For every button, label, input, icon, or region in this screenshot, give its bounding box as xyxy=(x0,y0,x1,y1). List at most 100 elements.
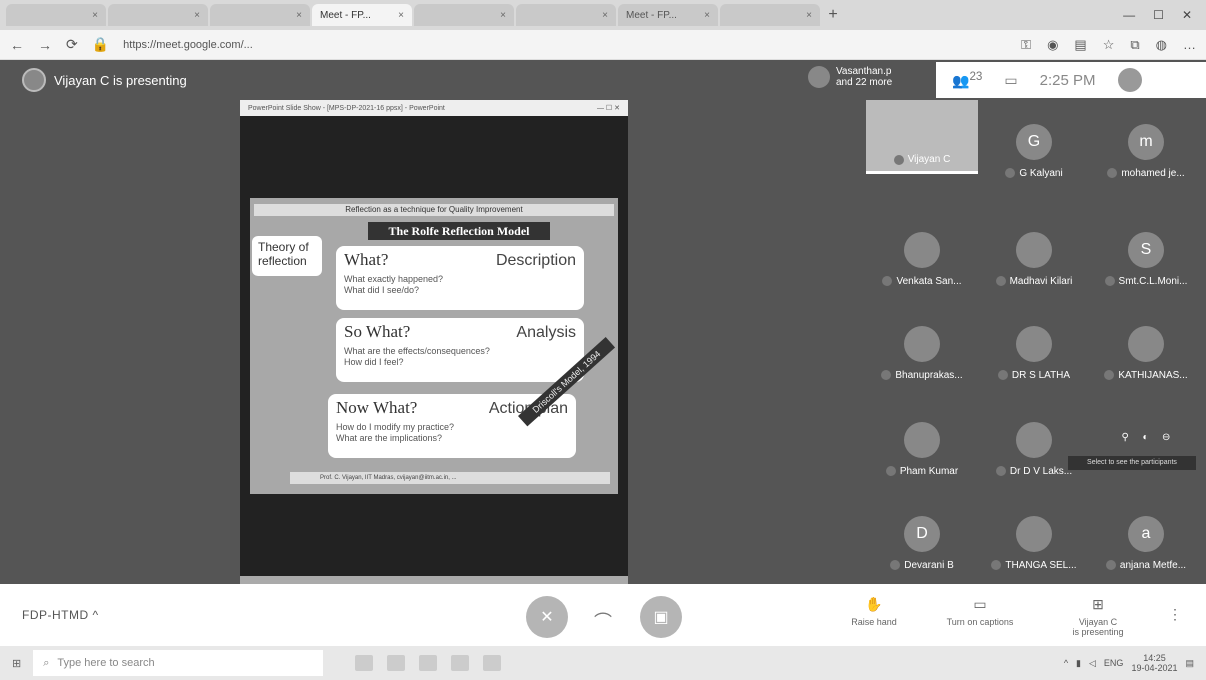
people-button[interactable]: 👥23 xyxy=(952,70,982,90)
participant-tile[interactable]: Dr D V Laks... xyxy=(978,412,1090,486)
avatar: D xyxy=(904,515,940,552)
mic-icon xyxy=(995,276,1006,286)
participant-tile[interactable]: DR S LATHA xyxy=(978,316,1090,390)
system-clock[interactable]: 14:25 19-04-2021 xyxy=(1131,653,1177,673)
avatar xyxy=(1128,325,1164,362)
raise-hand-label: Raise hand xyxy=(851,617,897,627)
close-icon[interactable]: × xyxy=(500,10,506,21)
back-arrow-icon[interactable]: ← xyxy=(10,37,24,53)
browser-tab[interactable]: × xyxy=(720,4,820,26)
browser-tab[interactable]: × xyxy=(6,4,106,26)
reflection-card: What? Description What exactly happened?… xyxy=(336,246,584,310)
close-window-icon[interactable]: ✕ xyxy=(1182,8,1192,22)
maximize-icon[interactable]: ☐ xyxy=(1153,8,1164,22)
participant-name: Pham Kumar xyxy=(899,465,959,477)
lock-icon[interactable]: 🔒 xyxy=(92,36,109,53)
mail-icon[interactable] xyxy=(387,655,406,671)
browser-tab[interactable]: × xyxy=(516,4,616,26)
browser-icon[interactable] xyxy=(451,655,470,671)
mute-icon[interactable]: ◐ xyxy=(1142,432,1148,443)
participant-tile[interactable]: THANGA SEL... xyxy=(978,506,1090,580)
key-icon[interactable]: ⚿ xyxy=(1021,37,1031,53)
volume-icon[interactable]: ◁ xyxy=(1089,658,1096,669)
url-input[interactable]: https://meet.google.com/... xyxy=(123,39,1007,51)
taskbar-search[interactable]: ⌕ Type here to search xyxy=(33,650,324,676)
raise-hand-button[interactable]: ✋ Raise hand xyxy=(834,596,914,627)
participant-tile[interactable]: Pham Kumar xyxy=(866,412,978,486)
close-icon[interactable]: × xyxy=(92,10,98,21)
avatar: G xyxy=(1016,123,1052,160)
participant-tile[interactable]: G G Kalyani xyxy=(978,114,1090,188)
camera-icon[interactable]: ◉ xyxy=(1047,37,1058,53)
participant-name: Dr D V Laks... xyxy=(1009,465,1073,477)
mic-icon xyxy=(1104,276,1115,286)
more-options-button[interactable]: ⋮ xyxy=(1168,606,1182,623)
participant-tile[interactable]: S Smt.C.L.Moni... xyxy=(1090,222,1202,296)
avatar[interactable] xyxy=(1117,68,1142,92)
reload-icon[interactable]: ⟳ xyxy=(66,36,78,53)
participant-tile[interactable]: Madhavi Kilari xyxy=(978,222,1090,296)
new-tab-button[interactable]: + xyxy=(822,4,844,26)
meeting-details-button[interactable]: FDP-HTMD ^ xyxy=(22,608,99,622)
participant-tile[interactable]: Bhanuprakas... xyxy=(866,316,978,390)
mic-icon xyxy=(893,154,904,165)
chat-icon[interactable]: ▭ xyxy=(1004,72,1017,89)
collections-icon[interactable]: ⧉ xyxy=(1130,37,1139,53)
close-icon[interactable]: × xyxy=(806,10,812,21)
participant-tile[interactable]: Vijayan C xyxy=(866,100,978,174)
avatar xyxy=(1016,231,1052,268)
participant-tile[interactable]: a anjana Metfe... xyxy=(1090,506,1202,580)
browser-tab[interactable]: × xyxy=(414,4,514,26)
tooltip: Select to see the participants xyxy=(1068,456,1196,470)
participant-name: Devarani B xyxy=(904,559,954,571)
store-icon[interactable] xyxy=(483,655,502,671)
browser-tab[interactable]: Meet - FP... × xyxy=(618,4,718,26)
taskbar-apps xyxy=(355,655,502,671)
remove-icon[interactable]: ⊖ xyxy=(1162,432,1170,443)
close-icon[interactable]: × xyxy=(398,10,404,21)
network-icon[interactable]: ▮ xyxy=(1076,658,1081,669)
browser-tab-active[interactable]: Meet - FP... × xyxy=(312,4,412,26)
camera-toggle-button[interactable]: ▣ xyxy=(640,596,682,638)
pin-icon[interactable]: ⚲ xyxy=(1122,432,1129,443)
browser-tab[interactable]: × xyxy=(108,4,208,26)
tab-label: Meet - FP... xyxy=(626,9,677,21)
participant-tile[interactable]: D Devarani B xyxy=(866,506,978,580)
presenting-button[interactable]: ⊞ Vijayan C is presenting xyxy=(1058,596,1138,637)
file-explorer-icon[interactable] xyxy=(419,655,438,671)
forward-arrow-icon[interactable]: → xyxy=(38,37,52,53)
others-count: and 22 more xyxy=(836,77,893,88)
reader-icon[interactable]: ▤ xyxy=(1074,37,1086,53)
close-icon[interactable]: × xyxy=(602,10,608,21)
meet-controls: FDP-HTMD ^ ✕ ⌒ ▣ ✋ Raise hand ▭ Turn on … xyxy=(0,584,1206,646)
tray-chevron-icon[interactable]: ^ xyxy=(1064,658,1068,668)
hangup-button[interactable]: ⌒ xyxy=(594,608,612,634)
shared-window-title: PowerPoint Slide Show - [MPS-DP-2021-16 … xyxy=(248,104,445,112)
menu-icon[interactable]: … xyxy=(1183,37,1196,53)
task-view-icon[interactable] xyxy=(355,655,374,671)
people-icon: 👥 xyxy=(952,72,970,89)
mic-toggle-button[interactable]: ✕ xyxy=(526,596,568,638)
notifications-icon[interactable]: ▤ xyxy=(1185,658,1194,669)
browser-tab[interactable]: × xyxy=(210,4,310,26)
participant-name: Vijayan C xyxy=(907,154,951,165)
language-indicator[interactable]: ENG xyxy=(1104,658,1124,668)
slide-model-title: The Rolfe Reflection Model xyxy=(368,222,550,240)
captions-button[interactable]: ▭ Turn on captions xyxy=(940,596,1020,627)
minimize-icon[interactable]: — xyxy=(1123,8,1135,22)
card-label: Analysis xyxy=(516,324,576,341)
windows-start-icon[interactable]: ⊞ xyxy=(12,657,21,670)
participant-tile[interactable]: KATHIJANAS... xyxy=(1090,316,1202,390)
profile-icon[interactable]: ◍ xyxy=(1156,37,1167,53)
participant-tile[interactable]: m mohamed je... xyxy=(1090,114,1202,188)
participant-tile[interactable]: Venkata San... xyxy=(866,222,978,296)
phone-icon: ⌒ xyxy=(594,612,612,632)
close-icon[interactable]: × xyxy=(704,10,710,21)
participant-name: Venkata San... xyxy=(896,275,962,287)
participants-count: 23 xyxy=(969,70,983,84)
close-icon[interactable]: × xyxy=(194,10,200,21)
star-icon[interactable]: ☆ xyxy=(1103,37,1115,53)
browser-tab-bar: × × × Meet - FP... × × × Meet - FP... × × … xyxy=(0,0,1206,30)
close-icon[interactable]: × xyxy=(296,10,302,21)
card-line: How do I modify my practice? xyxy=(336,422,455,432)
